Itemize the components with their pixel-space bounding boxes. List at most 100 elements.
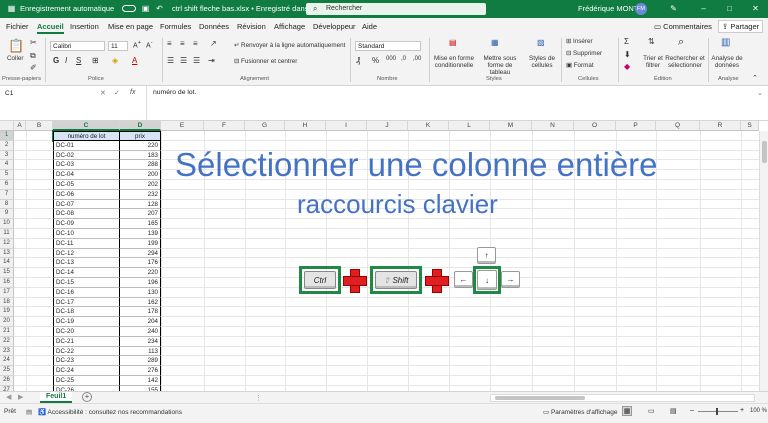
column-header-c[interactable]: C (53, 121, 120, 131)
close-icon[interactable]: ✕ (750, 3, 761, 14)
cell-price[interactable]: 276 (120, 366, 161, 376)
tab-revision[interactable]: Révision (237, 22, 266, 31)
column-header-s[interactable]: S (741, 121, 759, 131)
tab-mise-en-page[interactable]: Mise en page (108, 22, 153, 31)
align-bottom-icon[interactable]: ≡ (193, 39, 198, 48)
row-header[interactable]: 10 (0, 219, 14, 229)
name-box[interactable]: C1 (2, 89, 62, 99)
grow-font-icon[interactable]: A+ (133, 40, 141, 49)
select-all-corner[interactable] (0, 121, 14, 131)
page-layout-icon[interactable]: ▭ (648, 407, 655, 415)
cell-price[interactable]: 176 (120, 258, 161, 269)
cell-header-lot[interactable]: numéro de lot (52, 130, 121, 142)
zoom-slider-thumb[interactable] (716, 408, 718, 415)
row-header[interactable]: 6 (0, 180, 14, 190)
column-header-o[interactable]: O (574, 121, 616, 131)
accessibility-status[interactable]: ♿ Accessibilité : consultez nos recomman… (38, 408, 182, 416)
row-header[interactable]: 5 (0, 170, 14, 180)
tab-insertion[interactable]: Insertion (70, 22, 99, 31)
maximize-icon[interactable]: □ (724, 3, 735, 14)
cell-lot[interactable]: DC-05 (53, 180, 120, 190)
align-left-icon[interactable]: ☰ (167, 56, 174, 65)
row-header[interactable]: 16 (0, 278, 14, 288)
row-header[interactable]: 7 (0, 189, 14, 200)
add-sheet-button[interactable]: + (82, 392, 92, 402)
tab-affichage[interactable]: Affichage (274, 22, 305, 31)
column-header-j[interactable]: J (367, 121, 408, 131)
pen-icon[interactable]: ✎ (668, 3, 679, 14)
analyze-data-button[interactable]: Analyse de données (710, 55, 744, 69)
align-top-icon[interactable]: ≡ (167, 39, 172, 48)
align-middle-icon[interactable]: ≡ (180, 39, 185, 48)
confirm-formula-icon[interactable]: ✓ (114, 89, 120, 97)
avatar[interactable]: FM (635, 3, 647, 15)
undo-icon[interactable]: ↶ (154, 3, 165, 14)
fill-icon[interactable]: ⬇ (624, 50, 631, 59)
column-header-p[interactable]: P (616, 121, 656, 131)
borders-icon[interactable]: ⊞ (92, 56, 99, 65)
cell-price[interactable]: 199 (120, 238, 161, 249)
cell-lot[interactable]: DC-03 (53, 160, 120, 171)
minimize-icon[interactable]: – (698, 3, 709, 14)
format-button[interactable]: ▣ Format (566, 62, 594, 69)
cell-price[interactable]: 142 (120, 376, 161, 386)
sort-filter-button[interactable]: Trier et filtrer (640, 55, 666, 69)
clear-icon[interactable]: ◆ (624, 62, 630, 71)
cell-price[interactable]: 183 (120, 150, 161, 161)
column-header-m[interactable]: M (490, 121, 532, 131)
row-header[interactable]: 4 (0, 160, 14, 171)
find-icon[interactable]: ⌕ (678, 36, 684, 49)
row-header[interactable]: 3 (0, 150, 14, 161)
percent-icon[interactable]: % (372, 56, 379, 65)
column-header-a[interactable]: A (14, 121, 26, 131)
horizontal-scroll-thumb[interactable] (495, 396, 585, 400)
font-color-icon[interactable]: A (132, 56, 137, 65)
underline-icon[interactable]: S (76, 56, 81, 65)
cell-lot[interactable]: DC-10 (53, 229, 120, 239)
format-table-button[interactable]: Mettre sous forme de tableau (478, 55, 522, 77)
cell-price[interactable]: 162 (120, 297, 161, 308)
share-button[interactable]: ⇪ Partager (718, 20, 764, 33)
tab-accueil[interactable]: Accueil (37, 22, 64, 34)
cell-price[interactable]: 196 (120, 278, 161, 288)
cell-price[interactable]: 204 (120, 317, 161, 327)
row-header[interactable]: 12 (0, 238, 14, 249)
cell-lot[interactable]: DC-02 (53, 150, 120, 161)
row-header[interactable]: 17 (0, 287, 14, 298)
display-settings-button[interactable]: ▭ Paramètres d'affichage (543, 408, 617, 416)
zoom-level[interactable]: 100 % (750, 408, 767, 414)
increase-decimal-icon[interactable]: ,0 (401, 56, 406, 62)
column-header-k[interactable]: K (408, 121, 449, 131)
row-header[interactable]: 9 (0, 209, 14, 220)
cell-price[interactable]: 130 (120, 287, 161, 298)
cell-lot[interactable]: DC-23 (53, 356, 120, 367)
vertical-scroll-thumb[interactable] (762, 141, 767, 163)
decrease-decimal-icon[interactable]: ,00 (413, 56, 421, 62)
search-box[interactable]: ⌕ Rechercher (306, 3, 486, 15)
bold-icon[interactable]: G (53, 56, 59, 65)
sort-filter-icon[interactable]: ⇅ (648, 37, 655, 46)
cell-lot[interactable]: DC-20 (53, 327, 120, 337)
row-header[interactable]: 25 (0, 366, 14, 376)
cell-lot[interactable]: DC-12 (53, 248, 120, 259)
tab-formules[interactable]: Formules (160, 22, 191, 31)
cell-price[interactable]: 220 (120, 140, 161, 151)
next-sheet-icon[interactable]: ▶ (18, 393, 23, 401)
cell-price[interactable]: 234 (120, 336, 161, 347)
row-header[interactable]: 24 (0, 356, 14, 367)
format-painter-icon[interactable]: ✐ (30, 63, 37, 72)
font-name-select[interactable]: Calibri (50, 41, 105, 51)
autosave-toggle[interactable] (122, 5, 136, 12)
cell-lot[interactable]: DC-14 (53, 268, 120, 278)
conditional-format-icon[interactable]: ▤ (449, 38, 457, 47)
row-header[interactable]: 13 (0, 248, 14, 259)
zoom-in-icon[interactable]: + (740, 407, 744, 414)
cell-lot[interactable]: DC-07 (53, 199, 120, 210)
align-center-icon[interactable]: ☰ (180, 56, 187, 65)
cell-lot[interactable]: DC-15 (53, 278, 120, 288)
cell-lot[interactable]: DC-22 (53, 346, 120, 357)
cell-lot[interactable]: DC-24 (53, 366, 120, 376)
column-header-i[interactable]: I (326, 121, 367, 131)
fx-icon[interactable]: fx (130, 89, 135, 96)
column-header-e[interactable]: E (161, 121, 204, 131)
